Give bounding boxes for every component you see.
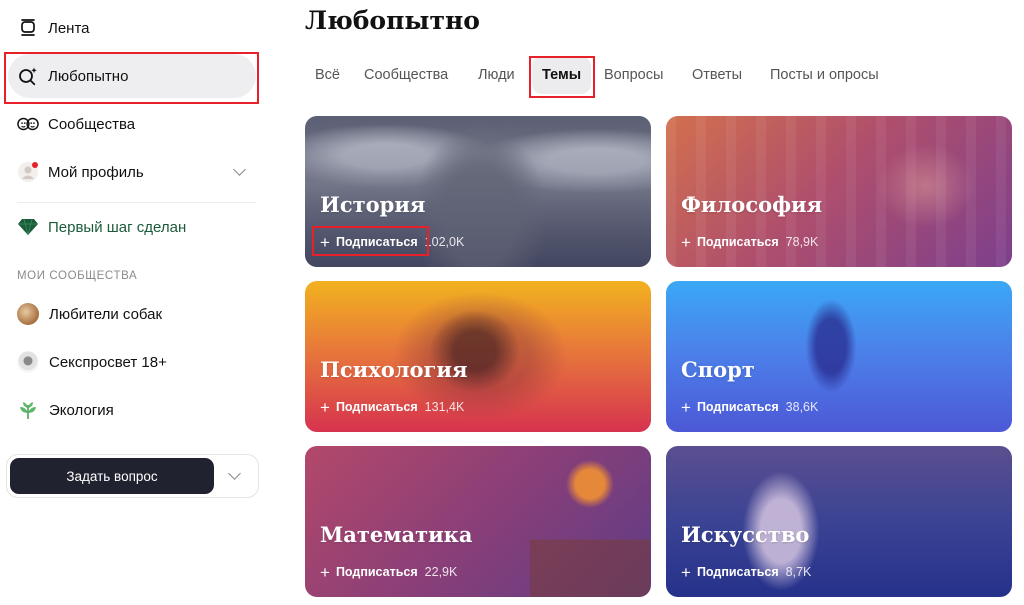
plus-icon: +: [681, 232, 691, 252]
tab-topics[interactable]: Темы: [532, 56, 592, 94]
community-avatar-icon: [17, 351, 39, 373]
nav-curious[interactable]: Любопытно: [8, 54, 256, 98]
tab-communities[interactable]: Сообщества: [364, 56, 448, 94]
topic-title: Искусство: [681, 522, 810, 547]
nav-communities-label: Сообщества: [48, 115, 136, 133]
community-label: Любители собак: [49, 305, 163, 323]
profile-avatar-icon: [17, 161, 39, 183]
leaf-icon: [17, 399, 39, 421]
subscribe-button[interactable]: Подписаться: [336, 400, 418, 414]
nav-communities[interactable]: Сообщества: [8, 102, 256, 146]
ask-question-group: Задать вопрос: [6, 454, 259, 498]
subscribe-row: + Подписаться 38,6K: [681, 397, 818, 417]
plus-icon: +: [681, 397, 691, 417]
chevron-down-icon: [227, 467, 241, 480]
subscriber-count: 8,7K: [785, 565, 812, 579]
subscribe-button[interactable]: Подписаться: [336, 565, 418, 579]
subscribe-row: + Подписаться 8,7K: [681, 562, 811, 582]
subscribe-button[interactable]: Подписаться: [697, 565, 779, 579]
feed-icon: [17, 17, 39, 39]
topic-card-philosophy[interactable]: Философия + Подписаться 78,9K: [666, 116, 1012, 267]
community-label: Экология: [49, 401, 114, 419]
subscriber-count: 38,6K: [785, 400, 819, 414]
nav-curious-label: Любопытно: [48, 67, 129, 85]
nav-feed-label: Лента: [48, 19, 90, 37]
topic-card-sport[interactable]: Спорт + Подписаться 38,6K: [666, 281, 1012, 432]
nav-feed[interactable]: Лента: [8, 6, 256, 50]
topic-card-art[interactable]: Искусство + Подписаться 8,7K: [666, 446, 1012, 597]
sparkle-search-icon: [17, 65, 39, 87]
ask-question-button[interactable]: Задать вопрос: [10, 458, 214, 494]
topic-card-psychology[interactable]: Психология + Подписаться 131,4K: [305, 281, 651, 432]
subscribe-row: + Подписаться 78,9K: [681, 232, 818, 252]
subscribe-row: + Подписаться 22,9K: [320, 562, 457, 582]
topic-title: Философия: [681, 192, 823, 217]
topic-title: Спорт: [681, 357, 755, 382]
community-item-sex-ed[interactable]: Секспросвет 18+: [8, 342, 256, 382]
dog-avatar-icon: [17, 303, 39, 325]
ask-options-button[interactable]: [216, 458, 252, 494]
subscriber-count: 131,4K: [424, 400, 465, 414]
page-title: Любопытно: [305, 6, 480, 35]
subscriber-count: 102,0K: [424, 235, 465, 249]
tab-questions[interactable]: Вопросы: [604, 56, 663, 94]
subscriber-count: 78,9K: [785, 235, 819, 249]
sidebar: Лента Любопытно Сообщества Мой профиль П…: [0, 0, 265, 605]
subscribe-row: + Подписаться 131,4K: [320, 397, 464, 417]
nav-my-profile-label: Мой профиль: [48, 163, 144, 181]
tab-people[interactable]: Люди: [478, 56, 515, 94]
chevron-down-icon[interactable]: [233, 163, 246, 176]
tab-posts-polls[interactable]: Посты и опросы: [770, 56, 879, 94]
communities-icon: [17, 113, 39, 135]
community-item-ecology[interactable]: Экология: [8, 390, 256, 430]
subscribe-button[interactable]: Подписаться: [336, 235, 418, 249]
community-label: Секспросвет 18+: [49, 353, 167, 371]
topic-title: История: [320, 192, 426, 217]
plus-icon: +: [320, 232, 330, 252]
divider: [17, 202, 256, 203]
subscribe-button[interactable]: Подписаться: [697, 235, 779, 249]
diamond-icon: [17, 216, 39, 238]
nav-my-profile[interactable]: Мой профиль: [8, 150, 256, 194]
community-item-dogs[interactable]: Любители собак: [8, 294, 256, 334]
topic-title: Математика: [320, 522, 473, 547]
topic-card-history[interactable]: История + Подписаться 102,0K: [305, 116, 651, 267]
nav-first-step[interactable]: Первый шаг сделан: [8, 205, 256, 249]
topic-card-mathematics[interactable]: Математика + Подписаться 22,9K: [305, 446, 651, 597]
subscribe-button[interactable]: Подписаться: [697, 400, 779, 414]
subscriber-count: 22,9K: [424, 565, 458, 579]
tab-answers[interactable]: Ответы: [692, 56, 742, 94]
section-title-my-communities: МОИ СООБЩЕСТВА: [17, 270, 138, 282]
plus-icon: +: [320, 562, 330, 582]
subscribe-row: + Подписаться 102,0K: [320, 232, 464, 252]
plus-icon: +: [320, 397, 330, 417]
nav-first-step-label: Первый шаг сделан: [48, 218, 187, 236]
topic-title: Психология: [320, 357, 468, 382]
tab-all[interactable]: Всё: [315, 56, 340, 94]
plus-icon: +: [681, 562, 691, 582]
